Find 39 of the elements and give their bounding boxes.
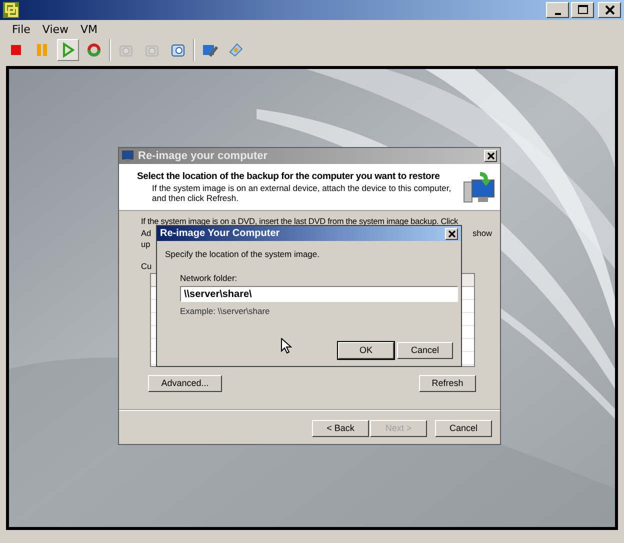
app-logo-icon [3,2,19,18]
close-button[interactable] [484,150,497,162]
field-label: Network folder: [180,273,238,284]
refresh-button[interactable]: Refresh [419,375,476,392]
reset-icon [86,42,102,58]
close-button[interactable] [598,2,621,18]
network-folder-field[interactable]: \\server\share\ [180,286,458,302]
dialog-button[interactable]: OK [338,342,394,359]
minimize-icon [554,12,560,14]
dialog-body-text-fragment: Ad [141,228,152,239]
close-button[interactable] [445,228,458,240]
pause-icon [34,42,50,58]
dialog-instructions: If the system image is on an external device, attach the device to this computer, and then click Refresh. [151,183,452,203]
menu-item[interactable]: View [42,22,69,36]
mouse-cursor-icon [281,338,292,354]
advanced-button[interactable]: Advanced... [148,375,222,392]
dialog-body-text-fragment: show [472,228,492,239]
dialog-button[interactable]: Cancel [435,420,492,437]
dialog-body-text-fragment: up [141,239,150,250]
example-text: Example: \\server\share [180,306,271,317]
dialog-button[interactable]: < Back [312,420,369,437]
menu-item[interactable]: VM [80,22,98,36]
dialog-button[interactable]: Cancel [397,342,453,359]
dialog-heading: Select the location of the backup for the computer you want to restore [137,171,441,183]
minimize-button[interactable] [546,2,569,18]
maximize-button[interactable] [571,2,594,18]
menu-item[interactable]: File [12,22,30,36]
close-icon [604,5,614,15]
dialog-title: Re-image your computer [138,150,268,162]
stop-icon [8,42,24,58]
dialog-body-text: If the system image is on a DVD, insert the last DVD from the system image backup. Click [140,216,459,227]
computer-restore-icon [462,170,496,204]
list-label-fragment: Cu [141,261,152,272]
play-tool-button[interactable] [57,39,79,61]
maximize-icon [578,5,588,15]
sub-dialog-title: Re-image Your Computer [160,228,280,239]
instruction-text: Specify the location of the system image. [165,249,320,260]
play-icon [60,42,76,58]
computer-icon [122,150,135,162]
